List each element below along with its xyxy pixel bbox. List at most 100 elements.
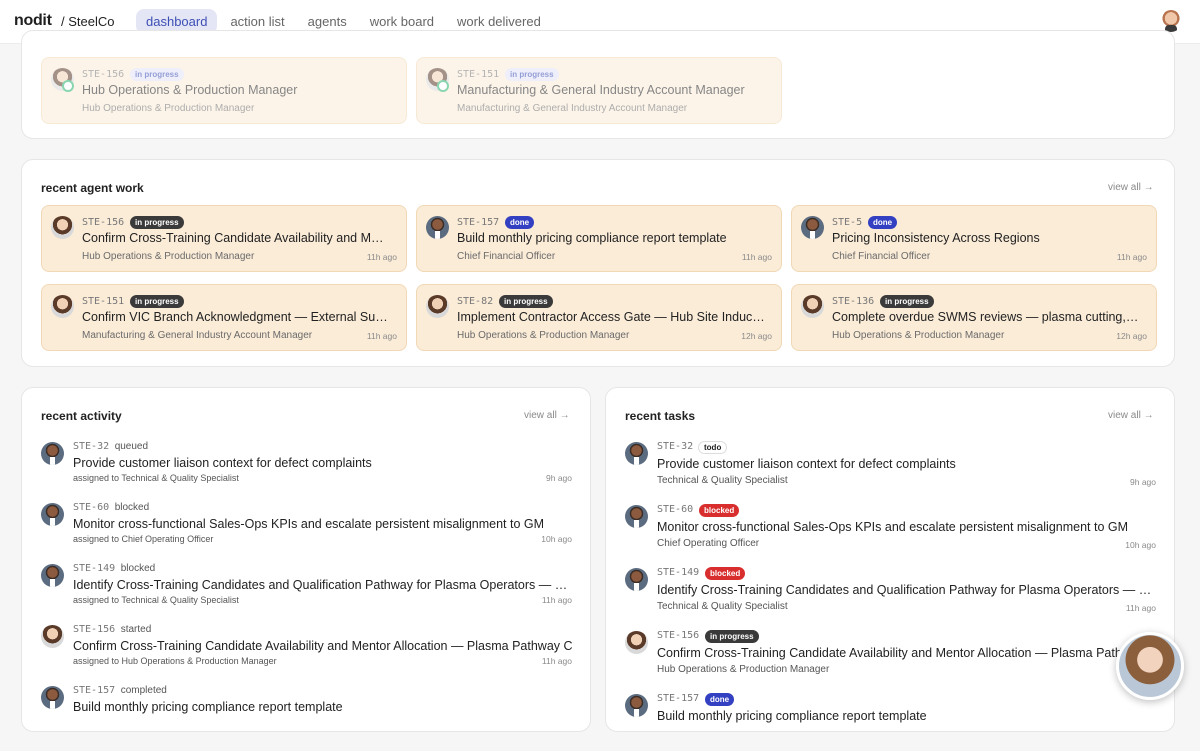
agent-avatar (625, 631, 648, 654)
activity-title: Build monthly pricing compliance report … (73, 700, 343, 714)
agent-avatar (41, 625, 64, 648)
activity-title: Monitor cross-functional Sales-Ops KPIs … (73, 517, 545, 531)
card-time: 12h ago (1116, 331, 1147, 341)
status-badge: in progress (880, 295, 934, 308)
card-dept: Hub Operations & Production Manager (82, 251, 255, 262)
task-assignee: Chief Operating Officer (657, 538, 760, 549)
panel-title: recent tasks (625, 409, 696, 423)
card-dept: Chief Financial Officer (832, 251, 931, 262)
task-time: 11h ago (1125, 603, 1156, 613)
task-item[interactable]: STE-60 blocked Monitor cross-functional … (625, 500, 1156, 562)
activity-title: Provide customer liaison context for def… (73, 456, 372, 470)
task-id: STE-151 (82, 296, 125, 307)
agent-avatar (51, 216, 74, 239)
card-time: 11h ago (366, 331, 397, 341)
activity-item[interactable]: STE-157 completed Build monthly pricing … (41, 681, 572, 739)
activity-assignee: assigned to Chief Operating Officer (73, 534, 214, 544)
card-dept: Hub Operations & Production Manager (82, 103, 255, 114)
card-time: 11h ago (366, 252, 397, 262)
agent-card[interactable]: STE-156 in progress Hub Operations & Pro… (41, 57, 407, 124)
task-assignee: Technical & Quality Specialist (657, 601, 788, 612)
agent-work-card[interactable]: STE-5 done Pricing Inconsistency Across … (791, 205, 1157, 272)
task-item[interactable]: STE-32 todo Provide customer liaison con… (625, 437, 1156, 499)
activity-assignee: assigned to Technical & Quality Speciali… (73, 473, 239, 483)
agent-avatar (625, 505, 648, 528)
online-status-icon (437, 80, 449, 92)
status-badge: done (505, 216, 535, 229)
task-id: STE-136 (832, 296, 875, 307)
card-title: Implement Contractor Access Gate — Hub S… (457, 310, 765, 324)
task-title: Confirm Cross-Training Candidate Availab… (657, 646, 1157, 660)
task-id: STE-82 (457, 296, 494, 307)
task-title: Build monthly pricing compliance report … (657, 709, 927, 723)
status-badge: done (868, 216, 898, 229)
task-assignee: Hub Operations & Production Manager (657, 664, 830, 675)
agent-avatar (426, 216, 449, 239)
online-status-icon (62, 80, 74, 92)
task-item[interactable]: STE-157 done Build monthly pricing compl… (625, 689, 1156, 751)
card-time: 11h ago (741, 252, 772, 262)
activity-time: 10h ago (541, 534, 572, 544)
task-title: Identify Cross-Training Candidates and Q… (657, 583, 1157, 597)
card-title: Confirm VIC Branch Acknowledgment — Exte… (82, 310, 390, 324)
task-time: 10h ago (1125, 540, 1156, 550)
agent-work-card[interactable]: STE-151 in progress Confirm VIC Branch A… (41, 284, 407, 351)
status-badge: in progress (130, 295, 184, 308)
agent-avatar (41, 503, 64, 526)
task-id: STE-60 (73, 502, 110, 513)
agent-work-card[interactable]: STE-136 in progress Complete overdue SWM… (791, 284, 1157, 351)
task-id: STE-32 (657, 441, 694, 452)
task-assignee: Technical & Quality Specialist (657, 475, 788, 486)
panel-title: recent activity (41, 409, 122, 423)
task-title: Provide customer liaison context for def… (657, 457, 956, 471)
task-id: STE-149 (657, 567, 700, 578)
activity-item[interactable]: STE-149 blocked Identify Cross-Training … (41, 559, 573, 617)
status-badge: todo (698, 441, 728, 454)
brand-logo[interactable]: nodit (14, 12, 52, 30)
card-title: Manufacturing & General Industry Account… (457, 83, 745, 97)
agent-avatar (625, 694, 648, 717)
status-badge: in progress (505, 68, 559, 81)
user-avatar[interactable] (1160, 10, 1182, 32)
activity-item[interactable]: STE-32 queued Provide customer liaison c… (41, 437, 572, 495)
agent-work-card[interactable]: STE-82 in progress Implement Contractor … (416, 284, 782, 351)
recent-tasks-panel: recent tasks view all → STE-32 todo Prov… (605, 387, 1175, 732)
agent-avatar (51, 295, 74, 318)
activity-time: 9h ago (546, 473, 572, 483)
org-name[interactable]: / SteelCo (61, 14, 114, 29)
card-dept: Hub Operations & Production Manager (832, 330, 1005, 341)
activity-event: blocked (114, 502, 150, 513)
status-badge: in progress (130, 68, 184, 81)
card-title: Pricing Inconsistency Across Regions (832, 231, 1040, 245)
status-badge: in progress (499, 295, 553, 308)
activity-item[interactable]: STE-60 blocked Monitor cross-functional … (41, 498, 572, 556)
panel-title: recent agent work (41, 181, 144, 195)
card-time: 11h ago (1116, 252, 1147, 262)
task-item[interactable]: STE-149 blocked Identify Cross-Training … (625, 563, 1157, 625)
activity-item[interactable]: STE-156 started Confirm Cross-Training C… (41, 620, 573, 678)
agent-work-card[interactable]: STE-157 done Build monthly pricing compl… (416, 205, 782, 272)
task-item[interactable]: STE-156 in progress Confirm Cross-Traini… (625, 626, 1157, 688)
card-title: Build monthly pricing compliance report … (457, 231, 727, 245)
activity-title: Confirm Cross-Training Candidate Availab… (73, 639, 573, 653)
recent-activity-panel: recent activity view all → STE-32 queued… (21, 387, 591, 732)
view-all-link[interactable]: view all → (524, 410, 570, 421)
agent-avatar (801, 216, 824, 239)
agent-work-card[interactable]: STE-156 in progress Confirm Cross-Traini… (41, 205, 407, 272)
task-title: Monitor cross-functional Sales-Ops KPIs … (657, 520, 1129, 534)
view-all-link[interactable]: view all → (1108, 410, 1154, 421)
card-title: Confirm Cross-Training Candidate Availab… (82, 231, 390, 245)
task-id: STE-157 (73, 685, 116, 696)
task-id: STE-156 (82, 217, 125, 228)
view-all-link[interactable]: view all → (1108, 182, 1154, 193)
status-badge: blocked (699, 504, 740, 517)
assistant-avatar-button[interactable] (1116, 632, 1184, 700)
agent-avatar (426, 295, 449, 318)
activity-event: completed (120, 685, 167, 696)
card-time: 12h ago (741, 331, 772, 341)
status-badge: in progress (705, 630, 759, 643)
agent-card[interactable]: STE-151 in progress Manufacturing & Gene… (416, 57, 782, 124)
activity-assignee: assigned to Hub Operations & Production … (73, 656, 277, 666)
activity-event: blocked (120, 563, 156, 574)
card-dept: Manufacturing & General Industry Account… (82, 330, 313, 341)
